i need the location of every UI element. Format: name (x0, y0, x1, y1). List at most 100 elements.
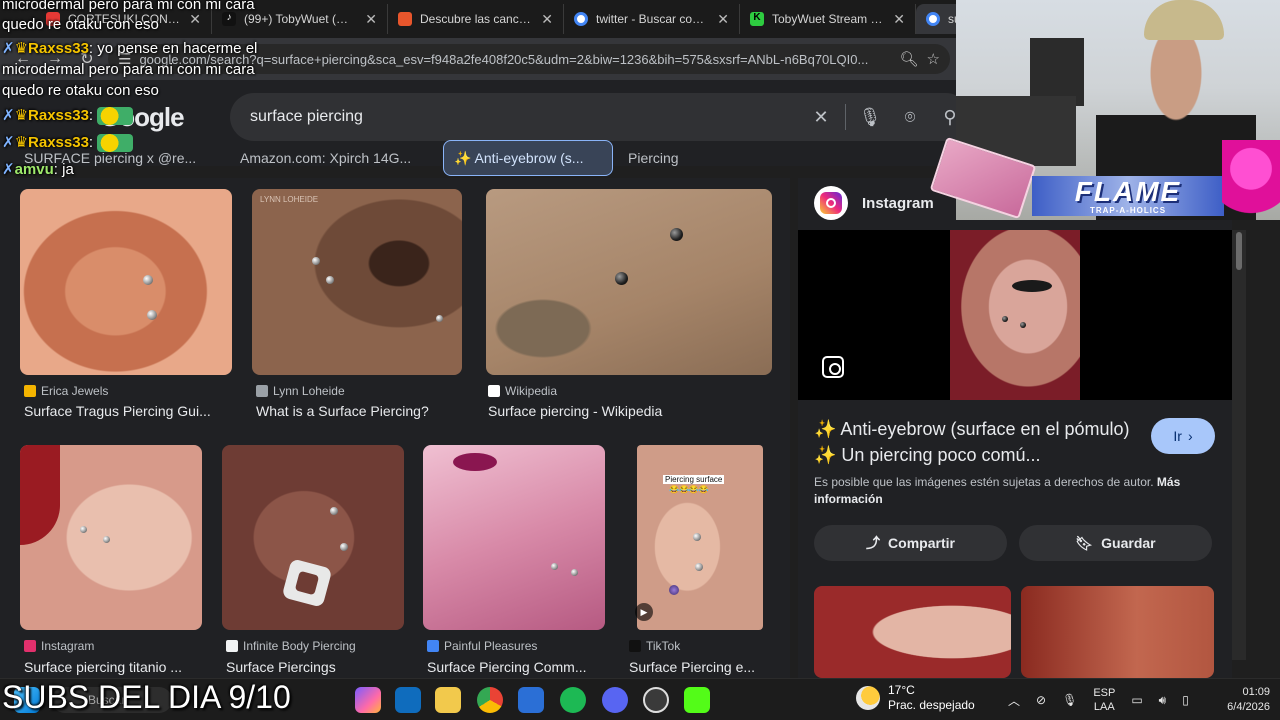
search-box[interactable]: surface piercing ✕ 🎙︎ ⌾ ⚲ (230, 93, 970, 141)
google-lens-icon[interactable]: ⌾ (890, 107, 930, 128)
outlook-icon[interactable] (395, 687, 421, 713)
result-title[interactable]: Surface Piercing Comm... (427, 659, 605, 675)
share-button[interactable]: ⤴ Compartir (814, 525, 1007, 561)
eye-shape (1012, 280, 1052, 292)
microphone-icon[interactable]: 🎙︎ (850, 107, 890, 128)
display-icon[interactable]: ▭ (1131, 693, 1142, 707)
store-icon[interactable] (518, 687, 544, 713)
piercing-stud (571, 569, 578, 576)
browser-tab[interactable]: Descubre las cancion ✕ (388, 4, 564, 34)
panel-title[interactable]: ✨ Anti-eyebrow (surface en el pómulo) ✨ … (814, 416, 1144, 468)
image-result[interactable]: Wikipedia Surface piercing - Wikipedia (486, 189, 772, 429)
crown-badge-icon: ♛ (14, 134, 29, 151)
image-result[interactable]: Erica Jewels Surface Tragus Piercing Gui… (20, 189, 232, 429)
zoom-icon[interactable]: 🔍︎ (900, 50, 919, 68)
image-results: Erica Jewels Surface Tragus Piercing Gui… (0, 178, 790, 678)
piercing-stud (1020, 322, 1026, 328)
related-chip-selected[interactable]: ✨ Anti-eyebrow (s... (443, 140, 613, 176)
preview-photo (950, 230, 1080, 400)
result-title[interactable]: Surface piercing - Wikipedia (488, 403, 768, 419)
clear-search-icon[interactable]: ✕ (801, 107, 841, 128)
result-thumbnail[interactable] (486, 189, 772, 375)
panel-source[interactable]: Instagram (814, 186, 934, 220)
result-title[interactable]: Surface Tragus Piercing Gui... (24, 403, 230, 419)
system-tray: ︿ ⊘ 🎙︎ ESP LAA ▭ 🔊︎ ▯ (1008, 679, 1189, 720)
related-thumbnail[interactable] (1021, 586, 1214, 678)
image-result[interactable]: Instagram Surface piercing titanio ... (20, 445, 202, 677)
language-indicator[interactable]: ESP LAA (1093, 686, 1115, 714)
tray-overflow-icon[interactable]: ︿ (1008, 692, 1020, 709)
share-icon: ⤴ (866, 535, 881, 551)
result-source[interactable]: Instagram (24, 639, 94, 653)
discord-icon[interactable] (602, 687, 628, 713)
related-chip[interactable]: Piercing (618, 148, 718, 178)
result-thumbnail[interactable] (222, 445, 404, 630)
close-tab-icon[interactable]: ✕ (541, 11, 553, 28)
thumbnail-watermark: LYNN LOHEIDE (260, 195, 319, 204)
result-thumbnail[interactable] (20, 445, 202, 630)
result-title[interactable]: Surface Piercing e... (629, 659, 775, 675)
microphone-icon[interactable]: 🎙︎ (1062, 693, 1077, 707)
weather-widget[interactable]: 17°C Prac. despejado (856, 683, 975, 713)
kick-icon[interactable] (684, 687, 710, 713)
crown-badge-icon: ♛ (14, 107, 29, 124)
result-source[interactable]: Infinite Body Piercing (226, 639, 356, 653)
search-input[interactable]: surface piercing (250, 108, 801, 126)
browser-tab[interactable]: K TobyWuet Stream - V ✕ (740, 4, 916, 34)
obs-icon[interactable] (643, 687, 669, 713)
save-button[interactable]: 🔖︎ Guardar (1019, 525, 1212, 561)
image-result[interactable]: LYNN LOHEIDE Lynn Loheide What is a Surf… (252, 189, 462, 429)
close-tab-icon[interactable]: ✕ (717, 11, 729, 28)
result-source[interactable]: Erica Jewels (24, 384, 108, 398)
clock[interactable]: 01:09 6/4/2026 (1212, 679, 1270, 720)
sword-badge-icon: ✗ (2, 134, 15, 151)
close-tab-icon[interactable]: ✕ (365, 11, 377, 28)
scrollbar-thumb[interactable] (1236, 232, 1242, 270)
preview-image[interactable] (798, 230, 1232, 400)
chat-message: quedo re otaku con eso (2, 82, 159, 99)
result-source[interactable]: Painful Pleasures (427, 639, 537, 653)
battery-icon[interactable]: ▯ (1182, 693, 1189, 707)
emote-icon (97, 107, 134, 126)
video-play-icon[interactable]: ▶ (635, 603, 653, 621)
visit-button[interactable]: Ir › (1151, 418, 1215, 454)
panel-scrollbar[interactable] (1232, 230, 1246, 660)
image-result[interactable]: Piercing surface 😂😂😂😂 ▶ TikTok Surface P… (625, 445, 775, 677)
result-thumbnail[interactable]: LYNN LOHEIDE (252, 189, 462, 375)
result-thumbnail[interactable]: Piercing surface 😂😂😂😂 (637, 445, 763, 630)
result-thumbnail[interactable] (20, 189, 232, 375)
piercing-stud (695, 563, 703, 571)
copilot-icon[interactable] (355, 687, 381, 713)
image-result[interactable]: Painful Pleasures Surface Piercing Comm.… (423, 445, 605, 677)
related-chip[interactable]: Amazon.com: Xpirch 14G... (230, 148, 430, 178)
piercing-stud (330, 507, 338, 515)
chrome-icon[interactable] (477, 687, 503, 713)
result-source[interactable]: TikTok (629, 639, 680, 653)
lens-search-icon[interactable] (822, 356, 844, 378)
spotify-icon[interactable] (560, 687, 586, 713)
result-title[interactable]: What is a Surface Piercing? (256, 403, 462, 419)
source-favicon-icon (24, 385, 36, 397)
volume-icon[interactable]: 🔊︎ (1159, 693, 1167, 708)
subs-overlay-text: SUBS DEL DIA 9/10 (2, 679, 291, 715)
browser-tab[interactable]: twitter - Buscar con G ✕ (564, 4, 740, 34)
result-title[interactable]: Surface piercing titanio ... (24, 659, 202, 675)
tiktok-caption: Piercing surface (663, 475, 725, 484)
piercing-stud (340, 543, 348, 551)
related-thumbnail[interactable] (814, 586, 1011, 678)
result-source[interactable]: Wikipedia (488, 384, 557, 398)
file-explorer-icon[interactable] (435, 687, 461, 713)
image-result[interactable]: Infinite Body Piercing Surface Piercings (222, 445, 404, 677)
chat-message: ✗♛Raxss33: yo pense en hacerme el (2, 40, 258, 57)
related-chips: SURFACE piercing x @re... Amazon.com: Xp… (0, 140, 960, 178)
copyright-note: Es posible que las imágenes estén sujeta… (814, 475, 1181, 506)
network-icon[interactable]: ⊘ (1036, 693, 1046, 707)
close-tab-icon[interactable]: ✕ (893, 11, 905, 28)
chat-message: microdermal pero para mi con mi cara (2, 0, 255, 13)
google-favicon-icon (574, 12, 588, 26)
piercing-stud (1002, 316, 1008, 322)
result-title[interactable]: Surface Piercings (226, 659, 404, 675)
bookmark-star-icon[interactable]: ☆ (927, 50, 940, 68)
result-thumbnail[interactable] (423, 445, 605, 630)
result-source[interactable]: Lynn Loheide (256, 384, 345, 398)
